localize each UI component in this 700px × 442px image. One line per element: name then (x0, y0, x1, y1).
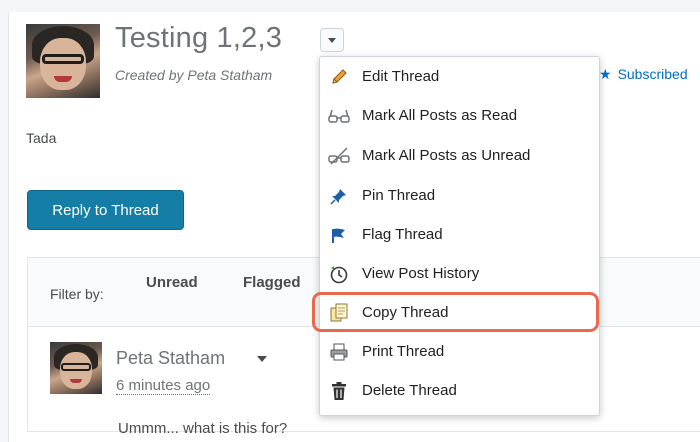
filter-unread[interactable]: Unread (146, 274, 198, 291)
thread-created-by: Created by Peta Statham (115, 67, 273, 83)
thread-body: Tada (26, 130, 57, 146)
thread-actions-dropdown-button[interactable] (320, 28, 344, 52)
menu-item-edit-thread[interactable]: Edit Thread (320, 58, 599, 96)
menu-item-label: Delete Thread (362, 382, 457, 399)
post-body: Ummm... what is this for? (118, 420, 288, 437)
menu-item-label: Flag Thread (362, 226, 443, 243)
history-clock-icon (328, 263, 350, 285)
thread-title: Testing 1,2,3 (115, 22, 283, 54)
pencil-icon (328, 66, 350, 88)
pin-icon (328, 185, 350, 207)
menu-item-label: Mark All Posts as Unread (362, 147, 531, 164)
menu-item-label: View Post History (362, 265, 480, 282)
printer-icon (328, 341, 350, 363)
filter-label: Filter by: (50, 286, 104, 302)
menu-item-pin-thread[interactable]: Pin Thread (320, 177, 599, 215)
subscribed-toggle[interactable]: ★ Subscribed (599, 66, 688, 83)
menu-item-delete-thread[interactable]: Delete Thread (320, 372, 599, 410)
trash-icon (328, 380, 350, 402)
post-author-name[interactable]: Peta Statham (116, 348, 225, 369)
menu-item-mark-read[interactable]: Mark All Posts as Read (320, 97, 599, 135)
subscribed-label: Subscribed (617, 66, 688, 82)
chevron-down-icon (328, 37, 336, 43)
menu-item-flag-thread[interactable]: Flag Thread (320, 216, 599, 254)
reply-to-thread-button[interactable]: Reply to Thread (27, 190, 184, 230)
chevron-down-icon[interactable] (257, 356, 267, 362)
menu-item-mark-unread[interactable]: Mark All Posts as Unread (320, 137, 599, 175)
post-timestamp: 6 minutes ago (116, 377, 211, 395)
filter-flagged[interactable]: Flagged (243, 274, 301, 291)
star-icon: ★ (599, 66, 612, 82)
thread-author-avatar (26, 24, 100, 98)
glasses-icon (328, 105, 350, 127)
menu-item-print-thread[interactable]: Print Thread (320, 333, 599, 371)
post-author-avatar (50, 342, 102, 394)
menu-item-label: Edit Thread (362, 68, 440, 85)
menu-item-view-post-history[interactable]: View Post History (320, 255, 599, 293)
menu-item-label: Pin Thread (362, 187, 436, 204)
menu-item-label: Mark All Posts as Read (362, 107, 518, 124)
flag-icon (328, 224, 350, 246)
menu-item-label: Copy Thread (362, 304, 449, 321)
menu-item-label: Print Thread (362, 343, 445, 360)
thread-actions-menu: Edit Thread Mark All Posts as Read Mark … (319, 56, 600, 416)
copy-icon (328, 302, 350, 324)
glasses-crossed-icon (328, 145, 350, 167)
menu-item-copy-thread[interactable]: Copy Thread (320, 294, 599, 332)
